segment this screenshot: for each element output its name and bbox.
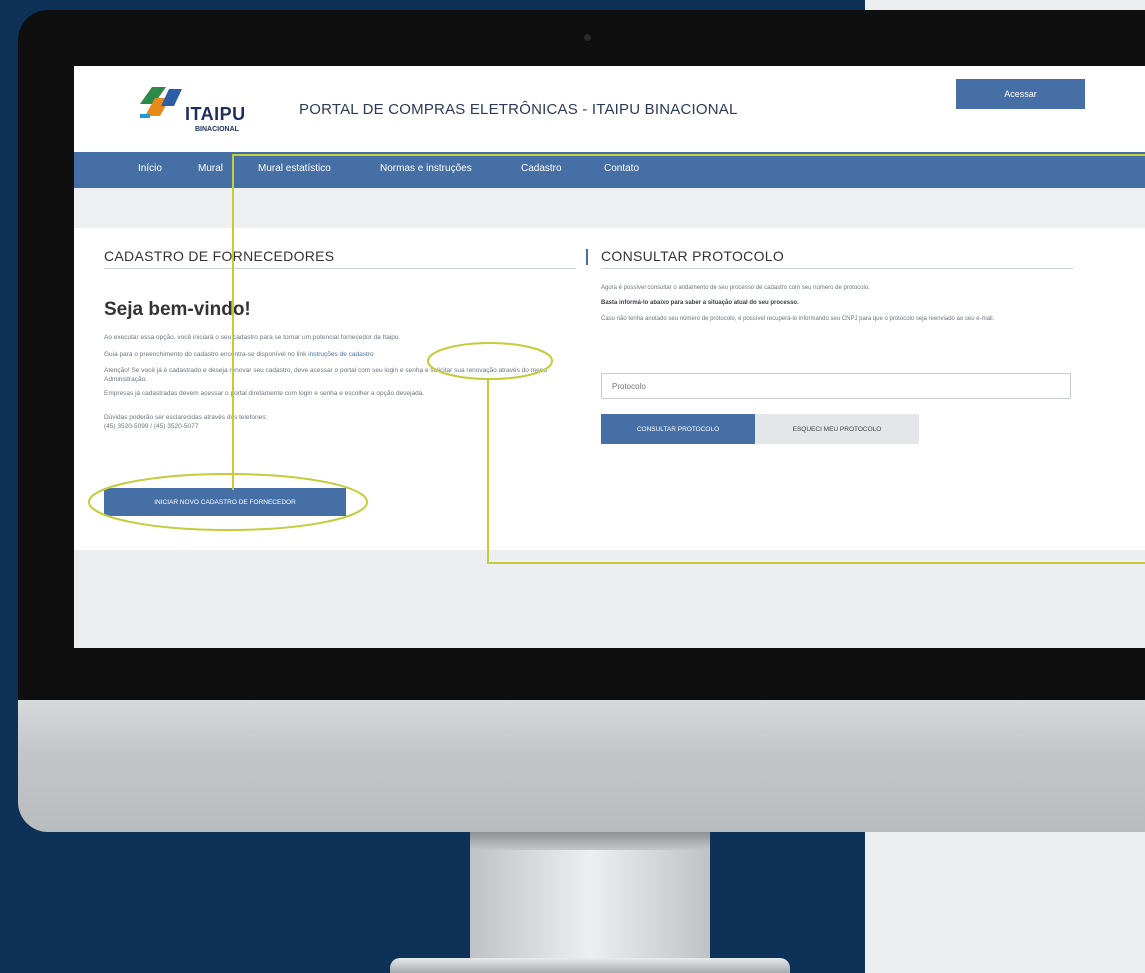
- nav-normas-instrucoes[interactable]: Normas e instruções: [380, 163, 472, 174]
- itaipu-logo[interactable]: ITAIPU BINACIONAL: [138, 84, 268, 133]
- phones-text: (45) 3520-5099 / (45) 3520-5077: [104, 423, 199, 430]
- logo-text: ITAIPU: [185, 104, 246, 124]
- nav-contato[interactable]: Contato: [604, 163, 639, 174]
- attention-text: Atenção! Se você já é cadastrado e desej…: [104, 367, 547, 383]
- monitor-chin: [18, 700, 1145, 832]
- protocol-instruction-text: Basta informá-lo abaixo para saber a sit…: [601, 300, 799, 306]
- consult-protocol-heading: CONSULTAR PROTOCOLO: [601, 248, 785, 264]
- nav-mural-estatistico[interactable]: Mural estatístico: [258, 163, 331, 174]
- nav-inicio[interactable]: Início: [138, 163, 162, 174]
- guide-text-prefix: Guia para o preenchimento do cadastro en…: [104, 351, 309, 358]
- intro-text: Ao executar essa opção, você iniciará o …: [104, 334, 401, 341]
- questions-text: Dúvidas poderão ser esclarecidas através…: [104, 414, 268, 421]
- section-accent-bar: [586, 249, 588, 265]
- portal-title: PORTAL DE COMPRAS ELETRÔNICAS - ITAIPU B…: [299, 101, 738, 118]
- divider: [104, 268, 576, 269]
- protocol-input[interactable]: [601, 373, 1071, 399]
- screen: ITAIPU BINACIONAL PORTAL DE COMPRAS ELET…: [74, 66, 1145, 648]
- breadcrumb-band: [74, 188, 1145, 228]
- protocol-intro-text: Agora é possível consultar o andamento d…: [601, 285, 870, 291]
- access-button[interactable]: Acessar: [956, 79, 1085, 109]
- main-nav: Início Mural Mural estatístico Normas e …: [74, 152, 1145, 188]
- divider: [601, 268, 1073, 269]
- main-content: CADASTRO DE FORNECEDORES Seja bem-vindo!…: [74, 228, 1145, 550]
- nav-mural[interactable]: Mural: [198, 163, 223, 174]
- page-footer-area: [74, 550, 1145, 648]
- logo-subtext: BINACIONAL: [195, 126, 239, 133]
- companies-text: Empresas já cadastradas devem acessar o …: [104, 390, 425, 397]
- camera-dot: [584, 34, 591, 41]
- consult-protocol-button[interactable]: CONSULTAR PROTOCOLO: [601, 414, 755, 444]
- monitor-stand: [470, 832, 710, 973]
- forgot-protocol-button[interactable]: ESQUECI MEU PROTOCOLO: [755, 414, 919, 444]
- guide-text: Guia para o preenchimento do cadastro en…: [104, 351, 574, 360]
- supplier-registration-heading: CADASTRO DE FORNECEDORES: [104, 248, 335, 264]
- nav-cadastro[interactable]: Cadastro: [521, 163, 562, 174]
- itaipu-logo-icon: [140, 87, 182, 118]
- monitor-base: [390, 958, 790, 973]
- site-header: ITAIPU BINACIONAL PORTAL DE COMPRAS ELET…: [74, 66, 1145, 152]
- protocol-recover-text: Caso não tenha anotado seu número de pro…: [601, 316, 995, 322]
- instructions-link[interactable]: instruções de cadastro: [308, 351, 373, 358]
- welcome-title: Seja bem-vindo!: [104, 299, 251, 320]
- start-registration-button[interactable]: INICIAR NOVO CADASTRO DE FORNECEDOR: [104, 488, 346, 516]
